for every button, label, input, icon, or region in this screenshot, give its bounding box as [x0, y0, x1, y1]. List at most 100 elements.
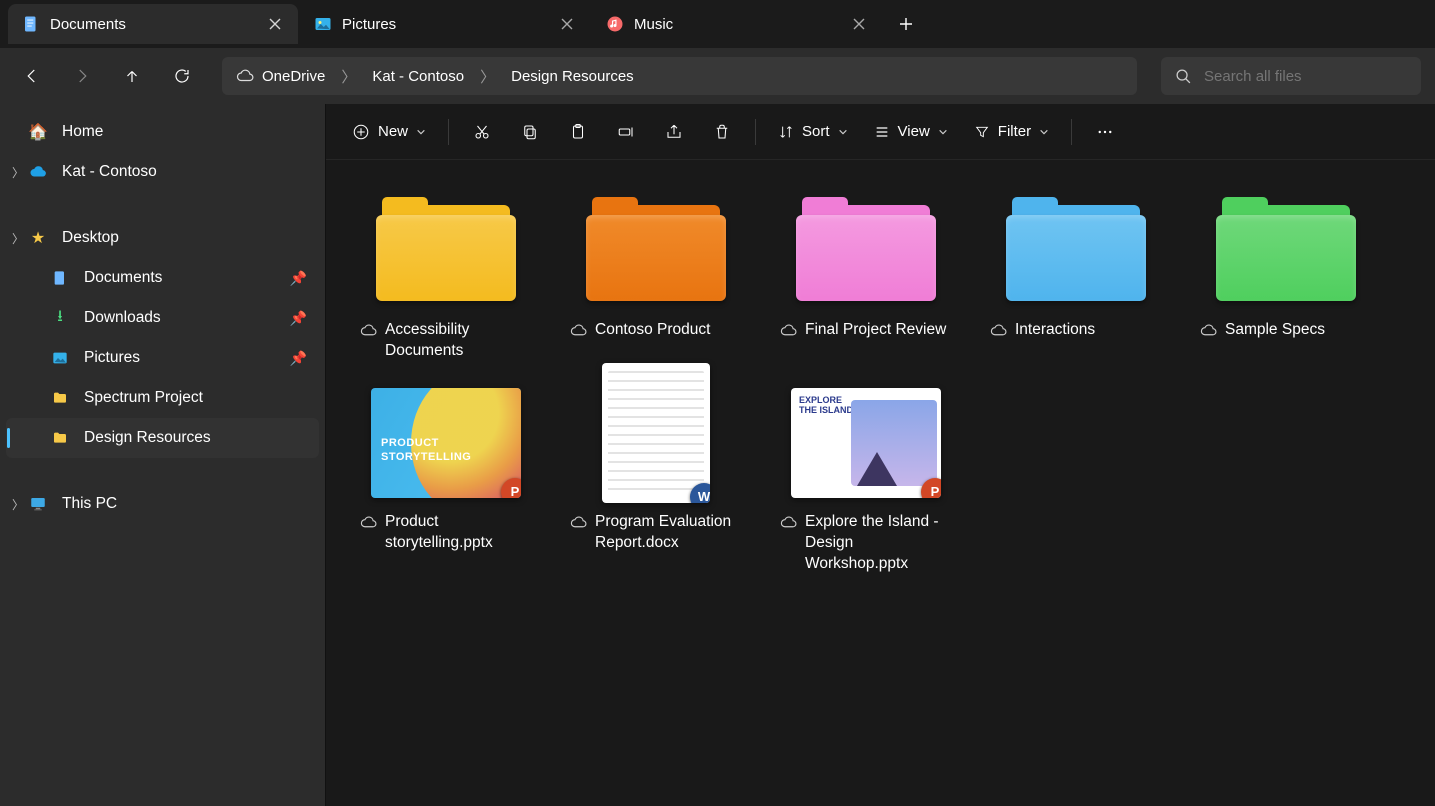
item-name: Final Project Review [805, 320, 946, 341]
pin-icon[interactable]: 📌 [290, 310, 307, 327]
cloud-icon [360, 322, 377, 339]
pictures-icon [314, 15, 332, 33]
cloud-icon [780, 514, 797, 531]
search-box[interactable] [1161, 57, 1421, 95]
sidebar-item-documents[interactable]: Documents 📌 [6, 258, 319, 298]
sort-button[interactable]: Sort [768, 113, 858, 151]
item-name: Interactions [1015, 320, 1095, 341]
documents-icon [50, 270, 70, 286]
sidebar-item-spectrum-project[interactable]: Spectrum Project [6, 378, 319, 418]
chevron-right-icon[interactable]: 〉 [8, 230, 28, 247]
filter-button[interactable]: Filter [964, 113, 1059, 151]
separator [755, 119, 756, 145]
file-grid[interactable]: Accessibility Documents Contoso Product Fi… [326, 160, 1435, 806]
chevron-down-icon [1039, 127, 1049, 137]
search-icon [1175, 68, 1192, 85]
download-icon: ⭳ [50, 305, 70, 332]
sidebar-item-onedrive[interactable]: 〉 Kat - Contoso [6, 152, 319, 192]
tab-documents[interactable]: Documents [8, 4, 298, 44]
breadcrumb-root[interactable]: OneDrive [258, 68, 329, 85]
folder-icon [371, 196, 521, 306]
item-name: Product storytelling.pptx [385, 512, 532, 554]
refresh-button[interactable] [164, 58, 200, 94]
sidebar-item-label: Documents [84, 269, 162, 287]
pin-icon[interactable]: 📌 [290, 350, 307, 367]
paste-button[interactable] [557, 113, 599, 151]
folder-icon [50, 430, 70, 446]
forward-button[interactable] [64, 58, 100, 94]
cloud-icon [236, 67, 254, 85]
folder-icon [581, 196, 731, 306]
sort-label: Sort [802, 123, 830, 140]
folder-tile[interactable]: Interactions [976, 190, 1176, 368]
close-icon[interactable] [554, 11, 580, 37]
view-label: View [898, 123, 930, 140]
folder-tile[interactable]: Contoso Product [556, 190, 756, 368]
sidebar: 🏠 Home 〉 Kat - Contoso 〉 ★ Desktop Docum… [0, 104, 326, 806]
sidebar-item-home[interactable]: 🏠 Home [6, 112, 319, 152]
onedrive-icon [28, 163, 48, 181]
cloud-icon [570, 322, 587, 339]
sidebar-item-desktop[interactable]: 〉 ★ Desktop [6, 218, 319, 258]
breadcrumb-current[interactable]: Design Resources [507, 68, 638, 85]
separator [1071, 119, 1072, 145]
content-area: New Sort [326, 104, 1435, 806]
file-tile[interactable]: PRODUCTSTORYTELLINGP Product storytelling… [346, 382, 546, 581]
folder-icon [50, 390, 70, 406]
up-button[interactable] [114, 58, 150, 94]
folder-icon [1001, 196, 1151, 306]
file-thumbnail: PRODUCTSTORYTELLINGP [371, 388, 521, 498]
new-tab-button[interactable] [888, 6, 924, 42]
view-button[interactable]: View [864, 113, 958, 151]
copy-button[interactable] [509, 113, 551, 151]
new-label: New [378, 123, 408, 140]
tab-label: Pictures [342, 16, 544, 33]
sidebar-item-label: Pictures [84, 349, 140, 367]
share-button[interactable] [653, 113, 695, 151]
more-button[interactable] [1084, 113, 1126, 151]
chevron-down-icon [938, 127, 948, 137]
item-name: Contoso Product [595, 320, 710, 341]
address-bar[interactable]: OneDrive 〉 Kat - Contoso 〉 Design Resour… [222, 57, 1137, 95]
delete-button[interactable] [701, 113, 743, 151]
filter-label: Filter [998, 123, 1031, 140]
back-button[interactable] [14, 58, 50, 94]
cloud-icon [780, 322, 797, 339]
sidebar-item-design-resources[interactable]: Design Resources [6, 418, 319, 458]
folder-tile[interactable]: Sample Specs [1186, 190, 1386, 368]
sidebar-item-label: Downloads [84, 309, 161, 327]
pin-icon[interactable]: 📌 [290, 270, 307, 287]
tab-music[interactable]: Music [592, 4, 882, 44]
cloud-icon [360, 514, 377, 531]
tabs-row: Documents Pictures Music [0, 0, 1435, 48]
sidebar-item-label: Spectrum Project [84, 389, 203, 407]
pc-icon [28, 495, 48, 513]
cut-button[interactable] [461, 113, 503, 151]
file-tile[interactable]: EXPLORETHE ISLANDPExplore the Island - D… [766, 382, 966, 581]
chevron-right-icon: 〉 [472, 66, 503, 87]
cloud-icon [1200, 322, 1217, 339]
star-icon: ★ [28, 228, 48, 248]
close-icon[interactable] [262, 11, 288, 37]
folder-tile[interactable]: Final Project Review [766, 190, 966, 368]
sidebar-item-pictures[interactable]: Pictures 📌 [6, 338, 319, 378]
tab-pictures[interactable]: Pictures [300, 4, 590, 44]
sidebar-item-this-pc[interactable]: 〉 This PC [6, 484, 319, 524]
search-input[interactable] [1204, 68, 1407, 85]
sidebar-item-downloads[interactable]: ⭳ Downloads 📌 [6, 298, 319, 338]
close-icon[interactable] [846, 11, 872, 37]
rename-button[interactable] [605, 113, 647, 151]
item-name: Explore the Island - Design Workshop.ppt… [805, 512, 952, 575]
sidebar-item-label: This PC [62, 495, 117, 513]
chevron-right-icon[interactable]: 〉 [8, 164, 28, 181]
breadcrumb-item[interactable]: Kat - Contoso [368, 68, 468, 85]
chevron-right-icon[interactable]: 〉 [8, 496, 28, 513]
folder-tile[interactable]: Accessibility Documents [346, 190, 546, 368]
pictures-icon [50, 350, 70, 366]
file-tile[interactable]: WProgram Evaluation Report.docx [556, 382, 756, 581]
chevron-right-icon: 〉 [333, 66, 364, 87]
cloud-icon [570, 514, 587, 531]
file-thumbnail: W [602, 363, 710, 503]
new-button[interactable]: New [342, 113, 436, 151]
item-name: Sample Specs [1225, 320, 1325, 341]
